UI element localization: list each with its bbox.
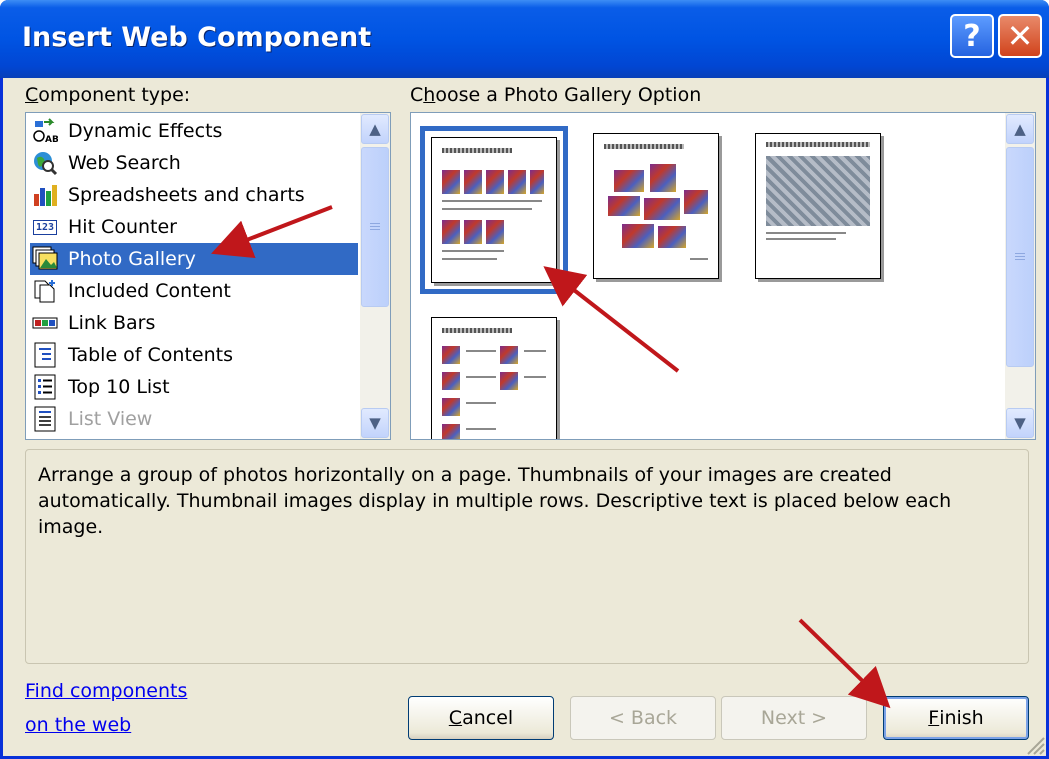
spreadsheets-icon [30,181,60,209]
list-item-web-search[interactable]: Web Search [30,147,358,179]
list-item-dynamic-effects[interactable]: AB Dynamic Effects [30,115,358,147]
photo-gallery-options[interactable]: ▲ ▼ [410,112,1036,440]
web-search-icon [30,149,60,177]
list-item-list-view: List View [30,403,358,435]
scroll-down-button[interactable]: ▼ [361,408,389,438]
list-item-included-content[interactable]: Included Content [30,275,358,307]
top-10-list-icon [30,373,60,401]
list-item-label: Spreadsheets and charts [68,184,305,206]
svg-text:AB: AB [45,135,58,144]
component-type-list[interactable]: AB Dynamic Effects Web Search Spreadshee… [25,112,391,440]
resize-grip-icon[interactable] [1022,732,1046,756]
hit-counter-icon: 123 [30,213,60,241]
link-bars-icon [30,309,60,337]
list-item-label: Link Bars [68,312,156,334]
help-icon: ? [963,18,981,54]
gallery-option-montage[interactable] [593,133,719,279]
chevron-up-icon: ▲ [369,120,381,138]
gallery-scroll-thumb[interactable] [1006,147,1034,367]
dynamic-effects-icon: AB [30,117,60,145]
next-button: Next > [721,696,867,740]
list-item-hit-counter[interactable]: 123 Hit Counter [30,211,358,243]
option-description: Arrange a group of photos horizontally o… [25,449,1029,664]
list-item-link-bars[interactable]: Link Bars [30,307,358,339]
cancel-button[interactable]: Cancel [408,696,554,740]
list-view-icon [30,405,60,433]
list-item-label: Table of Contents [68,344,233,366]
list-item-spreadsheets[interactable]: Spreadsheets and charts [30,179,358,211]
list-item-table-of-contents[interactable]: Table of Contents [30,339,358,371]
gallery-scroll-down-button[interactable]: ▼ [1006,408,1034,438]
help-button[interactable]: ? [950,14,994,58]
table-of-contents-icon [30,341,60,369]
finish-button[interactable]: Finish [883,696,1029,740]
list-item-label: Included Content [68,280,231,302]
close-button[interactable]: ✕ [998,14,1042,58]
list-item-label: List View [68,408,153,430]
list-item-top-10-list[interactable]: Top 10 List [30,371,358,403]
list-item-label: Hit Counter [68,216,177,238]
window-title: Insert Web Component [22,22,372,53]
list-item-photo-gallery[interactable]: Photo Gallery [30,243,358,275]
gallery-scroll-up-button[interactable]: ▲ [1006,114,1034,144]
gallery-option-slideshow[interactable] [755,133,881,279]
photo-gallery-icon [30,245,60,273]
list-item-label: Photo Gallery [68,248,196,270]
list-item-label: Web Search [68,152,181,174]
find-components-link[interactable]: Find components [25,680,187,702]
on-the-web-link[interactable]: on the web [25,714,131,736]
list-item-label: Top 10 List [68,376,170,398]
title-bar[interactable]: Insert Web Component ? ✕ [0,0,1049,78]
gallery-option-vertical[interactable] [431,317,557,439]
chevron-up-icon: ▲ [1014,120,1026,138]
list-item-label: Dynamic Effects [68,120,223,142]
close-icon: ✕ [1006,17,1034,55]
chevron-down-icon: ▼ [1014,414,1026,432]
scroll-up-button[interactable]: ▲ [361,114,389,144]
scroll-thumb[interactable] [361,147,389,307]
gallery-option-label: Choose a Photo Gallery Option [410,84,702,106]
gallery-option-horizontal[interactable] [420,126,568,294]
gallery-scrollbar[interactable]: ▲ ▼ [1005,113,1035,439]
component-type-label: Component type: [25,84,191,106]
back-button: < Back [570,696,716,740]
component-list-scrollbar[interactable]: ▲ ▼ [360,113,390,439]
chevron-down-icon: ▼ [369,414,381,432]
included-content-icon [30,277,60,305]
